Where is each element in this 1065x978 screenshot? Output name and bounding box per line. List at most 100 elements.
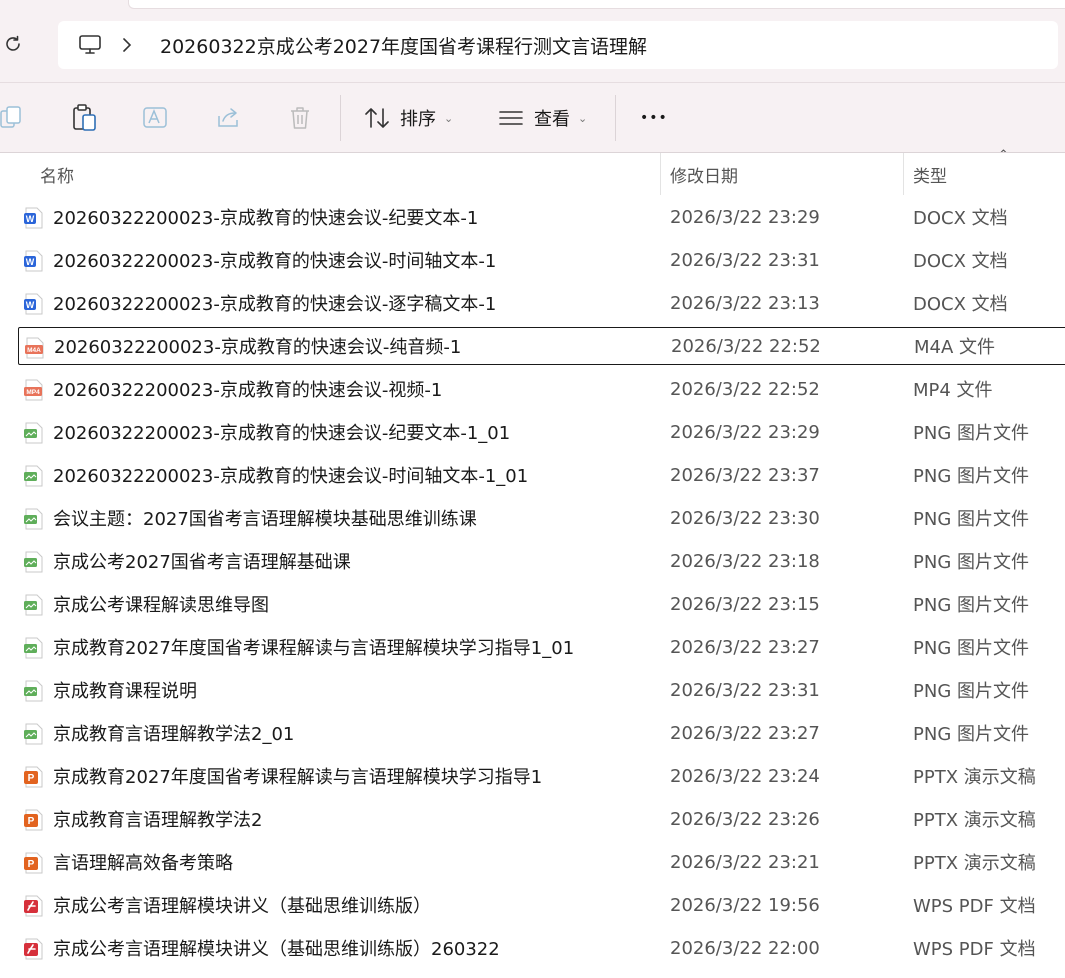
paste-icon bbox=[73, 104, 96, 131]
docx-file-icon: W bbox=[23, 207, 45, 229]
file-modified-date: 2026/3/22 23:31 bbox=[670, 679, 820, 701]
toolbar-separator bbox=[615, 95, 616, 141]
address-path[interactable]: 20260322京成公考2027年度国省考课程行测文言语理解 bbox=[160, 32, 647, 59]
file-type: PNG 图片文件 bbox=[913, 595, 1029, 616]
rename-button[interactable] bbox=[142, 103, 170, 133]
file-row[interactable]: 会议主题：2027国省考言语理解模块基础思维训练课 2026/3/22 23:30… bbox=[18, 499, 1065, 537]
file-row[interactable]: M4A 20260322200023-京成教育的快速会议-纯音频-1 2026/3/… bbox=[18, 327, 1065, 365]
column-divider[interactable] bbox=[903, 153, 904, 195]
command-bar: 排序 ⌄ 查看 ⌄ ••• bbox=[0, 82, 1065, 153]
column-divider[interactable] bbox=[660, 153, 661, 195]
file-name: 京成教育课程说明 bbox=[53, 681, 197, 702]
file-row[interactable]: 20260322200023-京成教育的快速会议-纪要文本-1_01 2026/3… bbox=[18, 413, 1065, 451]
file-modified-date: 2026/3/22 23:24 bbox=[670, 765, 820, 787]
share-button[interactable] bbox=[215, 103, 241, 133]
file-name: 20260322200023-京成教育的快速会议-视频-1 bbox=[53, 380, 443, 401]
mp4-file-icon: MP4 bbox=[23, 379, 45, 401]
file-type: PNG 图片文件 bbox=[913, 638, 1029, 659]
file-type: PPTX 演示文稿 bbox=[913, 767, 1036, 788]
png-file-icon bbox=[23, 551, 45, 573]
file-row[interactable]: 京成公考言语理解模块讲义（基础思维训练版） 2026/3/22 19:56 WPS … bbox=[18, 886, 1065, 924]
svg-text:P: P bbox=[28, 773, 35, 784]
computer-icon[interactable] bbox=[78, 33, 102, 57]
file-row[interactable]: MP4 20260322200023-京成教育的快速会议-视频-1 2026/3/2… bbox=[18, 370, 1065, 408]
file-row[interactable]: 京成公考2027国省考言语理解基础课 2026/3/22 23:18 PNG 图片文… bbox=[18, 542, 1065, 580]
pptx-file-icon: P bbox=[23, 766, 45, 788]
file-name: 京成教育言语理解教学法2 bbox=[53, 810, 263, 831]
file-row[interactable]: P 京成教育2027年度国省考课程解读与言语理解模块学习指导1 2026/3/22 … bbox=[18, 757, 1065, 795]
file-modified-date: 2026/3/22 23:18 bbox=[670, 550, 820, 572]
refresh-icon bbox=[6, 35, 20, 51]
file-name: 京成公考言语理解模块讲义（基础思维训练版）260322 bbox=[53, 939, 500, 960]
docx-file-icon: W bbox=[23, 293, 45, 315]
file-type: DOCX 文档 bbox=[913, 251, 1008, 272]
svg-text:MP4: MP4 bbox=[26, 389, 40, 396]
chevron-right-icon[interactable] bbox=[122, 35, 138, 55]
file-row[interactable]: 京成教育课程说明 2026/3/22 23:31 PNG 图片文件 bbox=[18, 671, 1065, 709]
file-modified-date: 2026/3/22 22:52 bbox=[671, 335, 821, 357]
file-type: DOCX 文档 bbox=[913, 208, 1008, 229]
delete-button[interactable] bbox=[288, 103, 312, 133]
column-type[interactable]: 类型 bbox=[913, 153, 947, 195]
address-bar[interactable]: 20260322京成公考2027年度国省考课程行测文言语理解 bbox=[58, 21, 1058, 69]
view-button[interactable]: 查看 ⌄ bbox=[498, 103, 587, 133]
file-type: PPTX 演示文稿 bbox=[913, 810, 1036, 831]
file-type: DOCX 文档 bbox=[913, 294, 1008, 315]
file-type: M4A 文件 bbox=[914, 337, 996, 358]
pptx-file-icon: P bbox=[23, 809, 45, 831]
file-type: WPS PDF 文档 bbox=[913, 896, 1036, 917]
copy-button[interactable] bbox=[0, 103, 24, 133]
svg-text:P: P bbox=[28, 859, 35, 870]
chevron-down-icon: ⌄ bbox=[578, 111, 588, 125]
file-row[interactable]: 京成教育2027年度国省考课程解读与言语理解模块学习指导1_01 2026/3/2… bbox=[18, 628, 1065, 666]
file-name: 京成公考2027国省考言语理解基础课 bbox=[53, 552, 351, 573]
file-row[interactable]: W 20260322200023-京成教育的快速会议-时间轴文本-1 2026/3/… bbox=[18, 241, 1065, 279]
sort-button[interactable]: 排序 ⌄ bbox=[364, 103, 453, 133]
file-name: 京成教育言语理解教学法2_01 bbox=[53, 724, 295, 745]
file-row[interactable]: P 言语理解高效备考策略 2026/3/22 23:21 PPTX 演示文稿 bbox=[18, 843, 1065, 881]
view-label: 查看 bbox=[534, 109, 570, 130]
file-type: PNG 图片文件 bbox=[913, 466, 1029, 487]
file-modified-date: 2026/3/22 23:31 bbox=[670, 249, 820, 271]
file-modified-date: 2026/3/22 23:29 bbox=[670, 421, 820, 443]
file-name: 京成公考言语理解模块讲义（基础思维训练版） bbox=[53, 896, 431, 917]
file-type: PNG 图片文件 bbox=[913, 423, 1029, 444]
column-name[interactable]: 名称 bbox=[40, 153, 74, 195]
refresh-button[interactable] bbox=[2, 33, 24, 55]
file-row[interactable]: W 20260322200023-京成教育的快速会议-纪要文本-1 2026/3/2… bbox=[18, 198, 1065, 236]
png-file-icon bbox=[23, 637, 45, 659]
file-name: 20260322200023-京成教育的快速会议-纪要文本-1 bbox=[53, 208, 479, 229]
trash-icon bbox=[291, 107, 309, 129]
file-row[interactable]: W 20260322200023-京成教育的快速会议-逐字稿文本-1 2026/3/… bbox=[18, 284, 1065, 322]
copy-icon bbox=[0, 106, 21, 128]
file-modified-date: 2026/3/22 23:37 bbox=[670, 464, 820, 486]
file-modified-date: 2026/3/22 23:27 bbox=[670, 722, 820, 744]
more-button[interactable]: ••• bbox=[640, 103, 668, 133]
file-modified-date: 2026/3/22 22:00 bbox=[670, 937, 820, 959]
file-row[interactable]: P 京成教育言语理解教学法2 2026/3/22 23:26 PPTX 演示文稿 bbox=[18, 800, 1065, 838]
file-type: WPS PDF 文档 bbox=[913, 939, 1036, 960]
file-name: 会议主题：2027国省考言语理解模块基础思维训练课 bbox=[53, 509, 477, 530]
file-name: 20260322200023-京成教育的快速会议-逐字稿文本-1 bbox=[53, 294, 497, 315]
png-file-icon bbox=[23, 680, 45, 702]
file-name: 20260322200023-京成教育的快速会议-纪要文本-1_01 bbox=[53, 423, 511, 444]
file-type: MP4 文件 bbox=[913, 380, 993, 401]
svg-text:W: W bbox=[26, 257, 35, 267]
file-row[interactable]: 京成公考言语理解模块讲义（基础思维训练版）260322 2026/3/22 22:… bbox=[18, 929, 1065, 967]
png-file-icon bbox=[23, 508, 45, 530]
paste-button[interactable] bbox=[72, 103, 98, 133]
file-name: 20260322200023-京成教育的快速会议-时间轴文本-1_01 bbox=[53, 466, 529, 487]
file-type: PNG 图片文件 bbox=[913, 509, 1029, 530]
file-modified-date: 2026/3/22 23:30 bbox=[670, 507, 820, 529]
file-type: PNG 图片文件 bbox=[913, 724, 1029, 745]
file-name: 京成教育2027年度国省考课程解读与言语理解模块学习指导1 bbox=[53, 767, 543, 788]
file-modified-date: 2026/3/22 23:15 bbox=[670, 593, 820, 615]
file-row[interactable]: 20260322200023-京成教育的快速会议-时间轴文本-1_01 2026/… bbox=[18, 456, 1065, 494]
column-modified[interactable]: 修改日期 bbox=[670, 153, 738, 195]
file-name: 京成公考课程解读思维导图 bbox=[53, 595, 269, 616]
file-row[interactable]: 京成公考课程解读思维导图 2026/3/22 23:15 PNG 图片文件 bbox=[18, 585, 1065, 623]
file-name: 20260322200023-京成教育的快速会议-时间轴文本-1 bbox=[53, 251, 497, 272]
png-file-icon bbox=[23, 422, 45, 444]
file-type: PNG 图片文件 bbox=[913, 552, 1029, 573]
file-row[interactable]: 京成教育言语理解教学法2_01 2026/3/22 23:27 PNG 图片文件 bbox=[18, 714, 1065, 752]
